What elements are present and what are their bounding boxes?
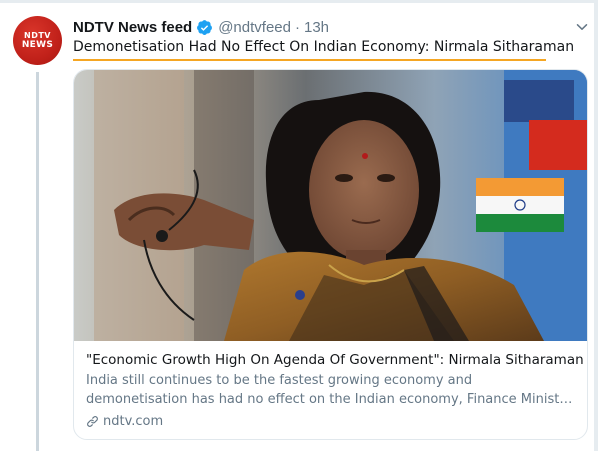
card-description-line: India still continues to be the fastest … bbox=[86, 373, 473, 388]
handle[interactable]: @ndtvfeed bbox=[218, 19, 291, 36]
card-body: "Economic Growth High On Agenda Of Gover… bbox=[86, 350, 584, 430]
separator-dot: · bbox=[294, 18, 300, 36]
link-icon bbox=[87, 415, 98, 427]
card-description: India still continues to be the fastest … bbox=[86, 371, 581, 409]
card-description-line: demonetisation has had no effect on the … bbox=[86, 392, 573, 407]
verified-badge-icon bbox=[197, 19, 213, 35]
card-image[interactable] bbox=[74, 70, 587, 341]
avatar[interactable]: NDTV NEWS bbox=[13, 16, 62, 65]
card-domain-text: ndtv.com bbox=[103, 413, 164, 429]
avatar-text-top: NDTV bbox=[24, 31, 51, 40]
chevron-down-icon[interactable] bbox=[576, 21, 588, 33]
card-photo bbox=[74, 70, 587, 341]
card-title: "Economic Growth High On Agenda Of Gover… bbox=[86, 352, 584, 368]
tweet-text: Demonetisation Had No Effect On Indian E… bbox=[73, 39, 575, 55]
display-name[interactable]: NDTV News feed bbox=[73, 19, 192, 36]
tweet-header: NDTV News feed @ndtvfeed · 13h bbox=[73, 17, 329, 37]
top-border bbox=[0, 0, 598, 3]
right-border bbox=[594, 0, 598, 451]
highlight-underline bbox=[73, 59, 546, 61]
card-domain: ndtv.com bbox=[86, 412, 581, 430]
link-card[interactable]: "Economic Growth High On Agenda Of Gover… bbox=[73, 69, 588, 440]
timestamp[interactable]: 13h bbox=[304, 19, 329, 36]
thread-line bbox=[36, 72, 39, 451]
avatar-text-bottom: NEWS bbox=[21, 40, 54, 50]
